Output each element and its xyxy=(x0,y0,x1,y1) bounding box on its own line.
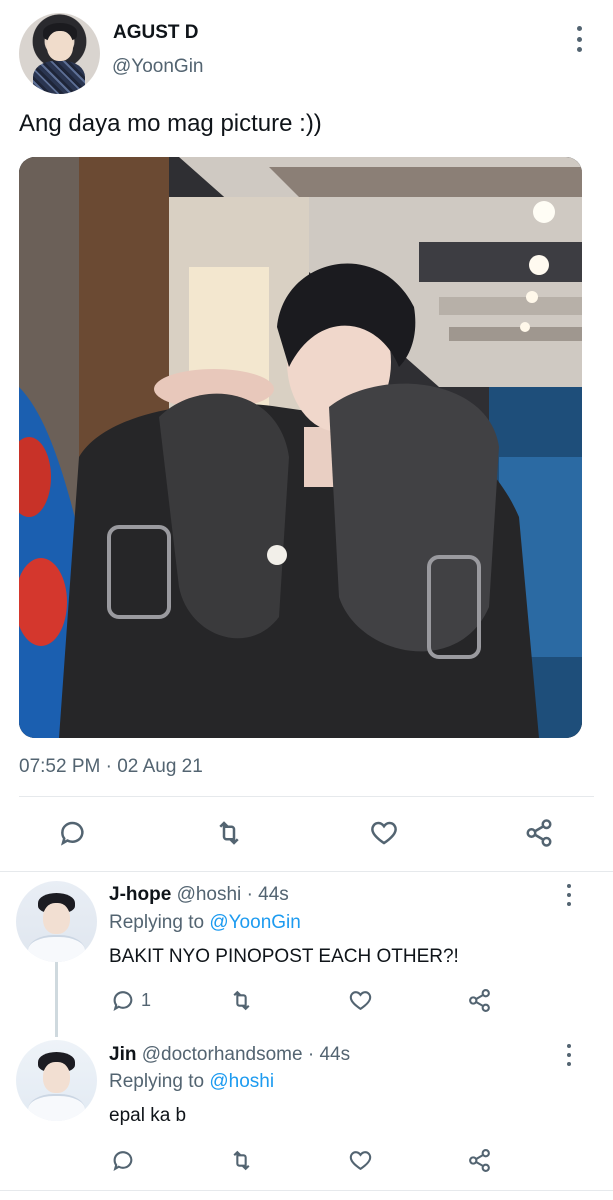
retweet-icon[interactable] xyxy=(221,1140,261,1180)
tweet-photo[interactable] xyxy=(19,157,582,738)
divider xyxy=(0,871,613,872)
comment-bubble-icon[interactable] xyxy=(103,980,143,1020)
heart-icon[interactable] xyxy=(340,1140,380,1180)
reply-author[interactable]: Jin @doctorhandsome · 44s xyxy=(109,1044,350,1066)
reply-display-name: Jin xyxy=(109,1044,137,1065)
reply-text: BAKIT NYO PINOPOST EACH OTHER?! xyxy=(109,946,459,967)
replying-prefix: Replying to xyxy=(109,1071,205,1092)
retweet-icon[interactable] xyxy=(221,980,261,1020)
reply-handle: @hoshi xyxy=(176,884,242,905)
comment-bubble-icon[interactable] xyxy=(103,1140,143,1180)
reply-avatar[interactable] xyxy=(16,1040,97,1121)
display-name[interactable]: AGUST D xyxy=(113,22,199,44)
tweet-timestamp: 07:52 PM · 02 Aug 21 xyxy=(19,756,203,777)
mention-link[interactable]: @hoshi xyxy=(209,1071,274,1092)
thread-line xyxy=(55,962,58,1037)
divider xyxy=(19,796,594,797)
more-vertical-icon[interactable] xyxy=(561,1044,577,1066)
more-vertical-icon[interactable] xyxy=(570,26,588,52)
divider xyxy=(0,1190,613,1191)
reply-text: epal ka b xyxy=(109,1105,187,1126)
share-icon[interactable] xyxy=(459,980,499,1020)
heart-icon[interactable] xyxy=(364,813,404,853)
comment-bubble-icon[interactable] xyxy=(53,813,93,853)
reply-handle: @doctorhandsome xyxy=(141,1044,303,1065)
reply-author[interactable]: J-hope @hoshi · 44s xyxy=(109,884,289,906)
replying-to: Replying to @hoshi xyxy=(109,1071,274,1093)
reply-display-name: J-hope xyxy=(109,884,172,905)
tweet-text: Ang daya mo mag picture :)) xyxy=(19,110,322,137)
user-avatar[interactable] xyxy=(19,13,100,94)
heart-icon[interactable] xyxy=(340,980,380,1020)
mention-link[interactable]: @YoonGin xyxy=(209,912,300,933)
replying-prefix: Replying to xyxy=(109,912,205,933)
replying-to: Replying to @YoonGin xyxy=(109,912,301,934)
retweet-icon[interactable] xyxy=(209,813,249,853)
share-icon[interactable] xyxy=(459,1140,499,1180)
reply-time: · 44s xyxy=(307,1044,351,1065)
share-icon[interactable] xyxy=(519,813,559,853)
more-vertical-icon[interactable] xyxy=(561,884,577,906)
reply-avatar[interactable] xyxy=(16,881,97,962)
reply-count: 1 xyxy=(141,990,152,1010)
user-handle[interactable]: @YoonGin xyxy=(112,56,203,78)
reply-time: · 44s xyxy=(246,884,289,905)
